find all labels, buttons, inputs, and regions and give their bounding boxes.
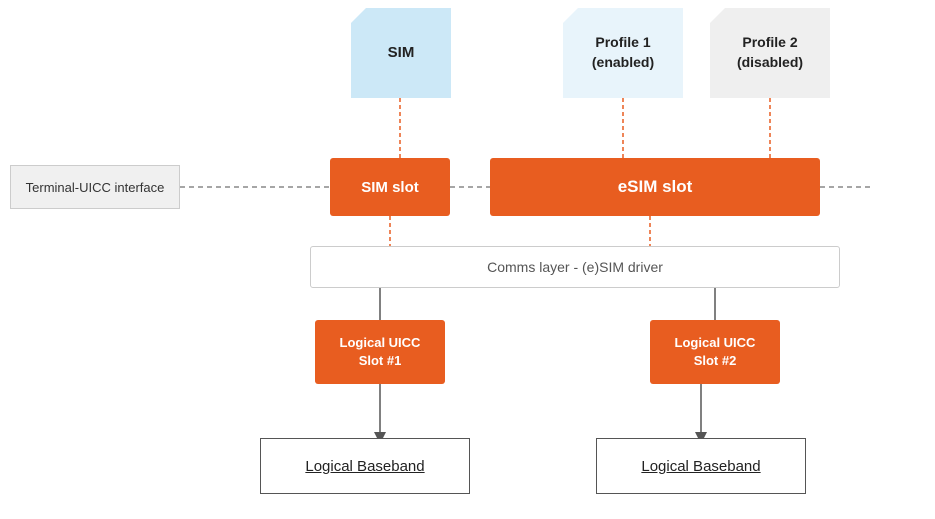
architecture-diagram: SIM Profile 1(enabled) Profile 2(disable… bbox=[0, 0, 935, 519]
profile2-label: Profile 2(disabled) bbox=[737, 33, 803, 72]
logical-baseband1-label: Logical Baseband bbox=[305, 458, 424, 475]
logical-uicc1-box: Logical UICCSlot #1 bbox=[315, 320, 445, 384]
profile2-box: Profile 2(disabled) bbox=[710, 8, 830, 98]
sim-card-box: SIM bbox=[351, 8, 451, 98]
logical-uicc2-label: Logical UICCSlot #2 bbox=[675, 334, 756, 370]
logical-uicc1-label: Logical UICCSlot #1 bbox=[340, 334, 421, 370]
profile1-box: Profile 1(enabled) bbox=[563, 8, 683, 98]
logical-baseband2-label: Logical Baseband bbox=[641, 458, 760, 475]
logical-uicc2-box: Logical UICCSlot #2 bbox=[650, 320, 780, 384]
comms-layer-label: Comms layer - (e)SIM driver bbox=[487, 259, 663, 275]
sim-slot-box: SIM slot bbox=[330, 158, 450, 216]
logical-baseband1-box: Logical Baseband bbox=[260, 438, 470, 494]
esim-slot-box: eSIM slot bbox=[490, 158, 820, 216]
comms-layer-box: Comms layer - (e)SIM driver bbox=[310, 246, 840, 288]
terminal-uicc-box: Terminal-UICC interface bbox=[10, 165, 180, 209]
terminal-uicc-label: Terminal-UICC interface bbox=[26, 180, 165, 195]
sim-slot-label: SIM slot bbox=[361, 179, 419, 196]
profile1-label: Profile 1(enabled) bbox=[592, 33, 654, 72]
sim-card-label: SIM bbox=[388, 43, 415, 63]
esim-slot-label: eSIM slot bbox=[618, 177, 693, 197]
logical-baseband2-box: Logical Baseband bbox=[596, 438, 806, 494]
